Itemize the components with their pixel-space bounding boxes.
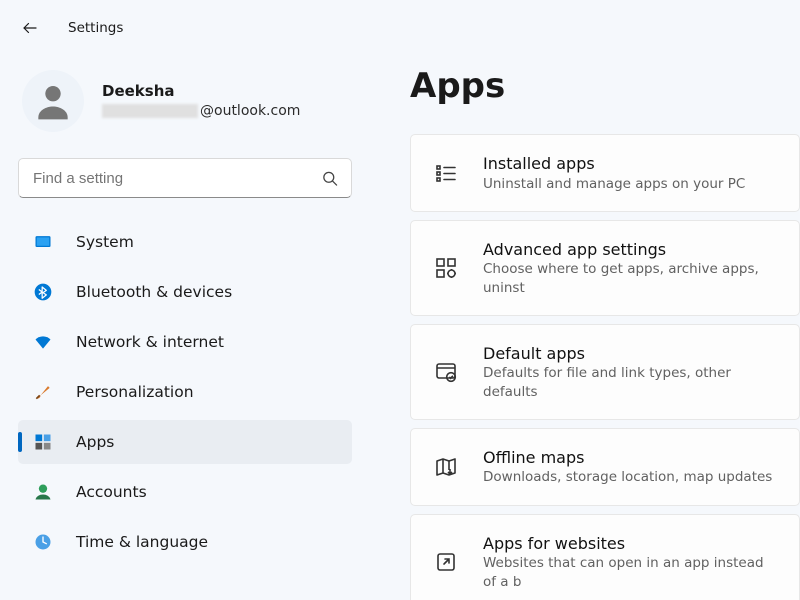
app-gear-icon	[433, 256, 459, 280]
card-desc: Downloads, storage location, map updates	[483, 468, 772, 486]
card-desc: Choose where to get apps, archive apps, …	[483, 260, 777, 296]
card-apps-for-websites[interactable]: Apps for websites Websites that can open…	[410, 514, 800, 600]
sidebar-item-label: Accounts	[76, 483, 147, 501]
card-title: Installed apps	[483, 153, 745, 175]
sidebar-item-label: Personalization	[76, 383, 194, 401]
open-external-icon	[433, 550, 459, 574]
sidebar-item-accounts[interactable]: Accounts	[18, 470, 352, 514]
accounts-icon	[32, 482, 54, 502]
card-default-apps[interactable]: Default apps Defaults for file and link …	[410, 324, 800, 420]
sidebar-item-label: Network & internet	[76, 333, 224, 351]
sidebar: Deeksha @outlook.com System	[0, 56, 370, 600]
sidebar-item-system[interactable]: System	[18, 220, 352, 264]
search-input[interactable]	[18, 158, 352, 198]
system-icon	[32, 232, 54, 252]
email-domain: @outlook.com	[200, 103, 300, 119]
apps-icon	[32, 432, 54, 452]
arrow-left-icon	[21, 19, 39, 37]
sidebar-item-personalization[interactable]: Personalization	[18, 370, 352, 414]
titlebar-label: Settings	[68, 20, 123, 36]
card-desc: Uninstall and manage apps on your PC	[483, 175, 745, 193]
titlebar: Settings	[0, 0, 800, 56]
list-icon	[433, 161, 459, 185]
sidebar-nav: System Bluetooth & devices Network & int…	[18, 220, 352, 564]
sidebar-item-label: System	[76, 233, 134, 251]
user-profile[interactable]: Deeksha @outlook.com	[18, 64, 352, 158]
sidebar-item-label: Apps	[76, 433, 114, 451]
card-title: Offline maps	[483, 447, 772, 469]
search-wrap	[18, 158, 352, 198]
bluetooth-icon	[32, 282, 54, 302]
person-icon	[31, 79, 75, 123]
card-installed-apps[interactable]: Installed apps Uninstall and manage apps…	[410, 134, 800, 212]
back-button[interactable]	[14, 12, 46, 44]
sidebar-item-label: Time & language	[76, 533, 208, 551]
search-icon	[321, 170, 338, 187]
card-desc: Websites that can open in an app instead…	[483, 554, 777, 590]
sidebar-item-apps[interactable]: Apps	[18, 420, 352, 464]
sidebar-item-bluetooth[interactable]: Bluetooth & devices	[18, 270, 352, 314]
card-desc: Defaults for file and link types, other …	[483, 364, 777, 400]
wifi-icon	[32, 332, 54, 352]
card-advanced-app-settings[interactable]: Advanced app settings Choose where to ge…	[410, 220, 800, 316]
card-title: Apps for websites	[483, 533, 777, 555]
profile-name: Deeksha	[102, 81, 300, 101]
brush-icon	[32, 382, 54, 402]
card-title: Advanced app settings	[483, 239, 777, 261]
page-title: Apps	[410, 66, 800, 106]
sidebar-item-label: Bluetooth & devices	[76, 283, 232, 301]
main-content: Apps Installed apps Uninstall and manage…	[370, 56, 800, 600]
profile-text: Deeksha @outlook.com	[102, 81, 300, 120]
clock-globe-icon	[32, 532, 54, 552]
email-redacted	[102, 104, 198, 118]
card-offline-maps[interactable]: Offline maps Downloads, storage location…	[410, 428, 800, 506]
card-title: Default apps	[483, 343, 777, 365]
avatar	[22, 70, 84, 132]
profile-email: @outlook.com	[102, 102, 300, 121]
sidebar-item-time-language[interactable]: Time & language	[18, 520, 352, 564]
window-check-icon	[433, 360, 459, 384]
sidebar-item-network[interactable]: Network & internet	[18, 320, 352, 364]
map-download-icon	[433, 455, 459, 479]
